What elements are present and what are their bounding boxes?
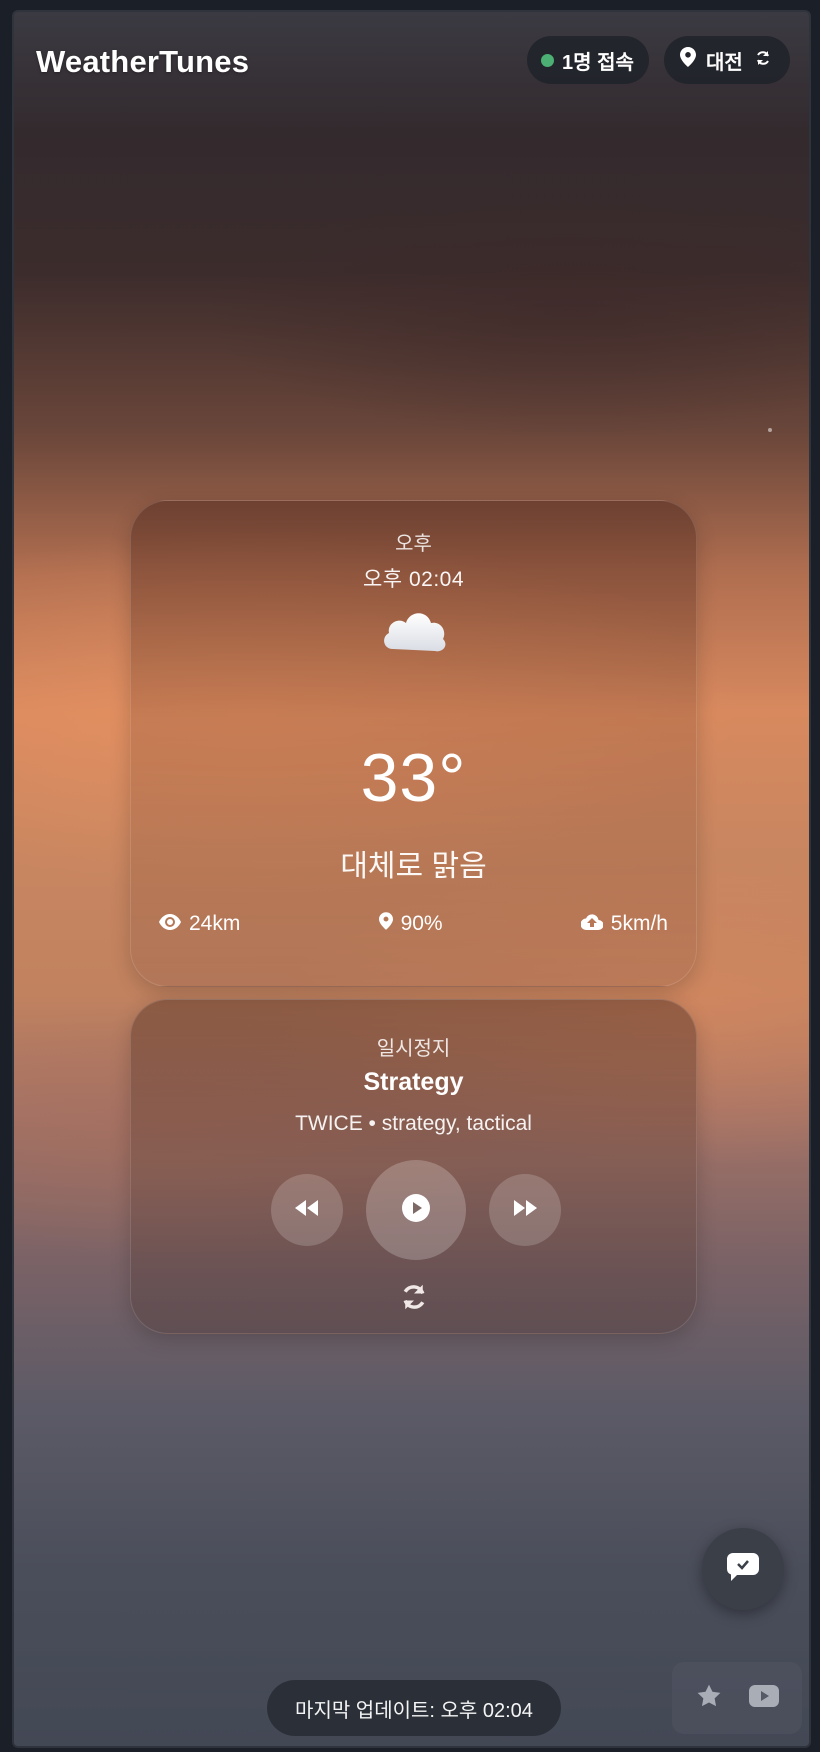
location-button[interactable]: 대전 bbox=[664, 36, 790, 84]
app-title: WeatherTunes bbox=[36, 44, 250, 79]
playback-status: 일시정지 bbox=[376, 1038, 451, 1060]
weather-stats: 24km 90% 5km/h bbox=[159, 909, 668, 939]
city-label: 대전 bbox=[706, 51, 743, 74]
music-card: 일시정지 Strategy TWICE • strategy, tactical bbox=[130, 999, 697, 1334]
temperature: 33° bbox=[360, 740, 467, 816]
background-speck bbox=[768, 428, 772, 432]
cloud-upload-icon bbox=[580, 912, 611, 936]
cloud-icon bbox=[131, 601, 696, 661]
visibility-value: 24km bbox=[189, 912, 241, 935]
online-status-dot bbox=[541, 53, 554, 67]
song-title: Strategy bbox=[363, 1068, 464, 1096]
player-controls bbox=[131, 1160, 696, 1260]
visibility-stat: 24km bbox=[159, 912, 240, 936]
weather-card: 오후 오후 02:04 33° 대체로 맑음 24km 90% 5km/h bbox=[130, 500, 697, 987]
play-icon bbox=[401, 1193, 431, 1228]
location-pin-icon bbox=[680, 47, 696, 73]
shuffle-refresh-button[interactable] bbox=[400, 1283, 428, 1316]
chat-button[interactable] bbox=[702, 1528, 784, 1610]
play-button[interactable] bbox=[366, 1160, 466, 1260]
wind-stat: 5km/h bbox=[580, 912, 668, 936]
star-icon[interactable] bbox=[696, 1683, 722, 1714]
next-icon bbox=[513, 1199, 537, 1221]
online-users-label: 1명 접속 bbox=[562, 51, 634, 74]
app-frame: WeatherTunes 1명 접속 대전 오후 오후 02:04 33° 대체… bbox=[12, 10, 811, 1748]
refresh-icon[interactable] bbox=[755, 49, 771, 72]
humidity-stat: 90% bbox=[378, 912, 443, 936]
previous-button[interactable] bbox=[271, 1174, 343, 1246]
chat-check-icon bbox=[727, 1552, 759, 1586]
shuffle-refresh-icon bbox=[400, 1284, 428, 1315]
location-pin-icon bbox=[378, 912, 401, 936]
day-period: 오후 bbox=[395, 533, 432, 555]
previous-icon bbox=[295, 1199, 319, 1221]
last-update-badge: 마지막 업데이트: 오후 02:04 bbox=[267, 1680, 561, 1736]
song-subtitle: TWICE • strategy, tactical bbox=[295, 1112, 532, 1135]
eye-icon bbox=[159, 912, 189, 936]
header: WeatherTunes 1명 접속 대전 bbox=[14, 12, 809, 112]
wind-value: 5km/h bbox=[610, 912, 668, 935]
last-update-text: 마지막 업데이트: 오후 02:04 bbox=[295, 1699, 533, 1722]
current-time: 오후 02:04 bbox=[362, 568, 465, 591]
quick-actions-panel bbox=[672, 1662, 802, 1734]
online-users-badge: 1명 접속 bbox=[527, 36, 649, 84]
weather-description: 대체로 맑음 bbox=[340, 850, 487, 883]
youtube-icon[interactable] bbox=[748, 1684, 779, 1712]
humidity-value: 90% bbox=[400, 912, 443, 935]
next-button[interactable] bbox=[489, 1174, 561, 1246]
